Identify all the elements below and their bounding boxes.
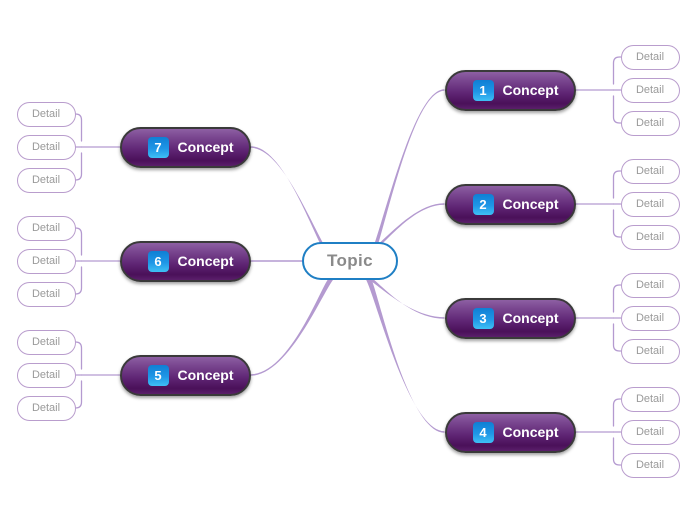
detail-link — [612, 209, 622, 238]
branch-link — [362, 276, 445, 433]
detail-link — [74, 227, 83, 256]
detail-label: Detail — [635, 279, 665, 291]
detail-label: Detail — [635, 84, 665, 96]
detail-label: Detail — [635, 426, 665, 438]
detail-label: Detail — [635, 165, 665, 177]
detail-label: Detail — [635, 312, 665, 324]
concept-node-1[interactable]: 1 Concept — [444, 69, 576, 111]
detail-label: Detail — [31, 288, 61, 300]
detail-label: Detail — [635, 459, 665, 471]
detail-node[interactable]: Detail — [620, 338, 680, 364]
detail-link — [74, 341, 83, 370]
concept-number-badge: 7 — [147, 136, 169, 158]
concept-label: Concept — [177, 139, 234, 155]
detail-label: Detail — [31, 255, 61, 267]
detail-node[interactable]: Detail — [16, 167, 76, 193]
detail-node[interactable]: Detail — [620, 386, 680, 412]
detail-label: Detail — [31, 222, 61, 234]
detail-label: Detail — [635, 393, 665, 405]
branch-link — [250, 277, 338, 376]
detail-node[interactable]: Detail — [620, 452, 680, 478]
detail-label: Detail — [31, 369, 61, 381]
concept-number-badge: 3 — [472, 307, 494, 329]
detail-node[interactable]: Detail — [620, 110, 680, 136]
detail-label: Detail — [635, 345, 665, 357]
detail-node[interactable]: Detail — [620, 158, 680, 184]
concept-number-badge: 1 — [472, 79, 494, 101]
detail-node[interactable]: Detail — [16, 395, 76, 421]
mind-map-canvas: Topic 1 Concept Detail Detail Detail 2 Concept… — [0, 0, 697, 520]
detail-node[interactable]: Detail — [16, 101, 76, 127]
concept-label: Concept — [177, 367, 234, 383]
detail-link — [612, 56, 622, 85]
concept-node-7[interactable]: 7 Concept — [119, 126, 251, 168]
topic-node[interactable]: Topic — [302, 242, 398, 280]
concept-label: Concept — [502, 424, 559, 440]
detail-link — [612, 398, 622, 427]
detail-node[interactable]: Detail — [620, 224, 680, 250]
concept-node-2[interactable]: 2 Concept — [444, 183, 576, 225]
detail-node[interactable]: Detail — [16, 134, 76, 160]
detail-node[interactable]: Detail — [16, 329, 76, 355]
detail-label: Detail — [31, 174, 61, 186]
detail-link — [612, 437, 622, 466]
concept-number-badge: 6 — [147, 250, 169, 272]
concept-number-badge: 2 — [472, 193, 494, 215]
concept-label: Concept — [502, 82, 559, 98]
detail-label: Detail — [635, 51, 665, 63]
branch-link — [362, 277, 445, 319]
detail-node[interactable]: Detail — [620, 419, 680, 445]
detail-node[interactable]: Detail — [620, 305, 680, 331]
detail-node[interactable]: Detail — [16, 215, 76, 241]
detail-label: Detail — [31, 108, 61, 120]
detail-node[interactable]: Detail — [620, 191, 680, 217]
detail-node[interactable]: Detail — [16, 281, 76, 307]
detail-label: Detail — [635, 117, 665, 129]
detail-link — [74, 380, 83, 409]
detail-link — [612, 170, 622, 199]
detail-link — [612, 323, 622, 352]
detail-link — [74, 113, 83, 142]
detail-link — [74, 152, 83, 181]
concept-node-5[interactable]: 5 Concept — [119, 354, 251, 396]
concept-label: Concept — [502, 196, 559, 212]
concept-node-4[interactable]: 4 Concept — [444, 411, 576, 453]
detail-label: Detail — [31, 336, 61, 348]
detail-node[interactable]: Detail — [620, 77, 680, 103]
detail-label: Detail — [31, 402, 61, 414]
detail-label: Detail — [635, 198, 665, 210]
topic-label: Topic — [326, 251, 374, 270]
concept-label: Concept — [502, 310, 559, 326]
detail-link — [612, 95, 622, 124]
detail-node[interactable]: Detail — [620, 272, 680, 298]
concept-node-3[interactable]: 3 Concept — [444, 297, 576, 339]
detail-link — [74, 266, 83, 295]
concept-number-badge: 5 — [147, 364, 169, 386]
detail-node[interactable]: Detail — [16, 248, 76, 274]
detail-label: Detail — [31, 141, 61, 153]
concept-node-6[interactable]: 6 Concept — [119, 240, 251, 282]
concept-label: Concept — [177, 253, 234, 269]
concept-number-badge: 4 — [472, 421, 494, 443]
detail-node[interactable]: Detail — [16, 362, 76, 388]
detail-node[interactable]: Detail — [620, 44, 680, 70]
detail-link — [612, 284, 622, 313]
detail-label: Detail — [635, 231, 665, 243]
